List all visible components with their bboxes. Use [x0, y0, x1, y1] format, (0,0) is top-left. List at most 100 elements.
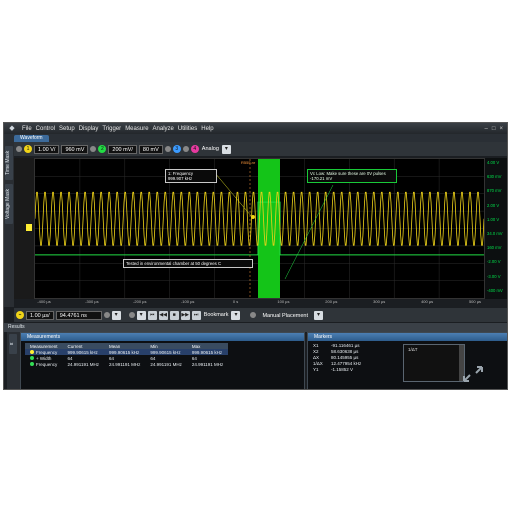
voltage-label: -400 mV [487, 287, 503, 293]
measurements-title: Measurements [21, 333, 304, 341]
menu-file[interactable]: File [20, 126, 34, 132]
ch2-offset-field[interactable]: 80 mV [138, 144, 163, 154]
time-label: -100 µs [180, 299, 195, 304]
ch1-indicator-icon[interactable]: 1 [24, 145, 32, 153]
nav-dropdown-chevron-icon[interactable]: ▾ [136, 310, 146, 320]
ch2-indicator-icon[interactable]: 2 [98, 145, 107, 153]
side-tabs: Time Mask Voltage Mask [4, 142, 14, 307]
chamber-note-annotation[interactable]: Tested in environmental chamber at 50 de… [123, 259, 253, 268]
expand-arrows-icon[interactable] [460, 363, 486, 385]
placement-dropdown-chevron-icon[interactable]: ▾ [314, 310, 324, 320]
results-side-tabs: ⌗ [7, 332, 20, 389]
scope-application-window: ◆ File Control Setup Display Trigger Mea… [3, 122, 508, 390]
tab-waveform[interactable]: Waveform [14, 135, 49, 142]
mean-cell: 24.991191 MHz [108, 361, 141, 367]
marker-placement-checkbox[interactable] [250, 312, 257, 318]
tab-time-mask[interactable]: Time Mask [5, 146, 13, 180]
table-row[interactable]: Frequency 999.90615 kHz 999.90615 kHz 99… [25, 349, 229, 355]
channel-toolbar: 1 1.00 V/ 960 mV 2 200 mV/ 80 mV 3 4 Ana… [14, 142, 507, 156]
time-label: -200 µs [133, 299, 147, 304]
col-measurement[interactable]: Measurement [25, 343, 63, 349]
ch1-offset-field[interactable]: 960 mV [61, 144, 89, 154]
markers-title: Markers [308, 333, 507, 341]
analog-label: Analog [201, 146, 219, 152]
max-cell: 24.991191 MHz [191, 361, 224, 367]
menu-help[interactable]: Help [199, 126, 215, 132]
ch2-scale-field[interactable]: 200 mV/ [108, 144, 137, 154]
marker-list-box[interactable]: 1/ΔT [403, 344, 465, 382]
ch3-indicator-icon[interactable]: 3 [172, 145, 181, 153]
voltage-label: 160 mV [487, 245, 502, 251]
voltage-label: -3.00 V [487, 273, 501, 279]
time-label: -300 µs [85, 299, 99, 304]
markers-panel: Markers X1 -91.116461 µs X2 58.630638 µs Δ… [307, 332, 507, 389]
menu-measure[interactable]: Measure [123, 126, 150, 132]
skip-back-icon[interactable]: ⏮ [147, 310, 157, 320]
ch2-measure-dot-icon [30, 361, 34, 366]
ch1-enable-checkbox[interactable] [16, 146, 22, 152]
ch1-measure-dot-icon [30, 349, 34, 354]
tab-strip: Waveform [4, 134, 507, 142]
voltage-label: 1.00 V [487, 216, 500, 222]
ch3-enable-checkbox[interactable] [164, 146, 171, 152]
voltage-scale-ruler: 4.00 V 630 mV 870 mV 2.00 V 1.00 V 34.0 mV 160… [485, 158, 507, 299]
analog-dropdown-chevron-icon[interactable]: ▾ [221, 144, 231, 154]
tab-voltage-mask[interactable]: Voltage Mask [5, 184, 13, 224]
ch2-enable-checkbox[interactable] [90, 146, 97, 152]
measurement-name: + Width [36, 355, 52, 361]
menu-control[interactable]: Control [34, 126, 57, 132]
freq-annotation-anchor [251, 215, 255, 219]
results-side-tab[interactable]: ⌗ [9, 334, 17, 354]
ch4-enable-checkbox[interactable] [182, 146, 189, 152]
results-divider[interactable]: Results [4, 323, 507, 332]
min-cell: 24.991191 MHz [150, 361, 182, 367]
timebase-field[interactable]: 1.00 µs/ [26, 310, 54, 320]
voltage-label: 4.00 V [487, 160, 500, 165]
menu-trigger[interactable]: Trigger [100, 126, 123, 132]
time-axis-labels: -400 µs -300 µs -200 µs -100 µs 0 s 100 µs 200… [34, 299, 485, 305]
zoom-checkbox[interactable] [103, 312, 110, 318]
marker-value: -1.15852 V [331, 367, 354, 372]
measurement-name: Frequency [36, 349, 58, 355]
pulse-note-annotation[interactable]: Vc Low: Make sure these are 0V pulses -1… [307, 169, 397, 183]
zoom-dropdown-chevron-icon[interactable]: ▾ [111, 310, 121, 320]
minimize-button[interactable]: – [485, 126, 488, 132]
voltage-label: 2.00 V [487, 202, 500, 208]
menu-analyze[interactable]: Analyze [151, 126, 176, 132]
menu-display[interactable]: Display [77, 126, 101, 132]
measurement-name-cell: Frequency [25, 349, 63, 355]
min-cell: 999.90615 kHz [145, 349, 187, 355]
marker-list-item[interactable]: 1/ΔT [408, 347, 418, 352]
menu-setup[interactable]: Setup [57, 126, 77, 132]
timebase-toolbar: ⌁ 1.00 µs/ 94.4761 ns ▾ ▾ ⏮ ◀◀ ■ ▶▶ ⏭ Bo… [14, 308, 507, 322]
time-label: -400 µs [37, 299, 51, 304]
table-row[interactable]: Frequency 24.991191 MHz 24.991191 MHz 24… [25, 361, 228, 367]
menu-utilities[interactable]: Utilities [176, 126, 199, 132]
timebase-indicator-icon: ⌁ [16, 311, 24, 319]
time-label: 400 µs [421, 299, 434, 304]
close-button[interactable]: × [499, 126, 503, 132]
waveform-display[interactable]: R555.nr 1: Frequency 999.907 kHz Vc Low:… [34, 158, 485, 299]
rewind-icon[interactable]: ◀◀ [158, 310, 168, 320]
stop-icon[interactable]: ■ [169, 310, 179, 320]
ch1-scale-field[interactable]: 1.00 V/ [34, 144, 60, 154]
frequency-annotation[interactable]: 1: Frequency 999.907 kHz [165, 169, 217, 183]
mean-cell: 999.90615 kHz [103, 349, 146, 355]
ch2-measure-dot-icon [30, 355, 34, 360]
ch4-indicator-icon[interactable]: 4 [190, 145, 199, 153]
forward-icon[interactable]: ▶▶ [180, 310, 190, 320]
ch1-ground-marker-icon[interactable] [26, 224, 32, 231]
time-label: 100 µs [277, 299, 290, 304]
bookmark-label: Bookmark [203, 312, 229, 318]
marker-placement-label: Manual Placement [258, 310, 313, 320]
marker-key: Y1 [313, 367, 319, 372]
bookmark-dropdown-chevron-icon[interactable]: ▾ [231, 310, 241, 320]
measurement-name: Frequency [36, 361, 58, 367]
voltage-offset-ruler[interactable] [14, 158, 34, 299]
delay-field[interactable]: 94.4761 ns [55, 310, 102, 320]
skip-forward-icon[interactable]: ⏭ [191, 310, 201, 320]
time-label: 200 µs [325, 299, 338, 304]
maximize-button[interactable]: □ [492, 126, 496, 132]
nav-checkbox[interactable] [128, 312, 135, 318]
current-cell: 24.991191 MHz [67, 361, 99, 367]
